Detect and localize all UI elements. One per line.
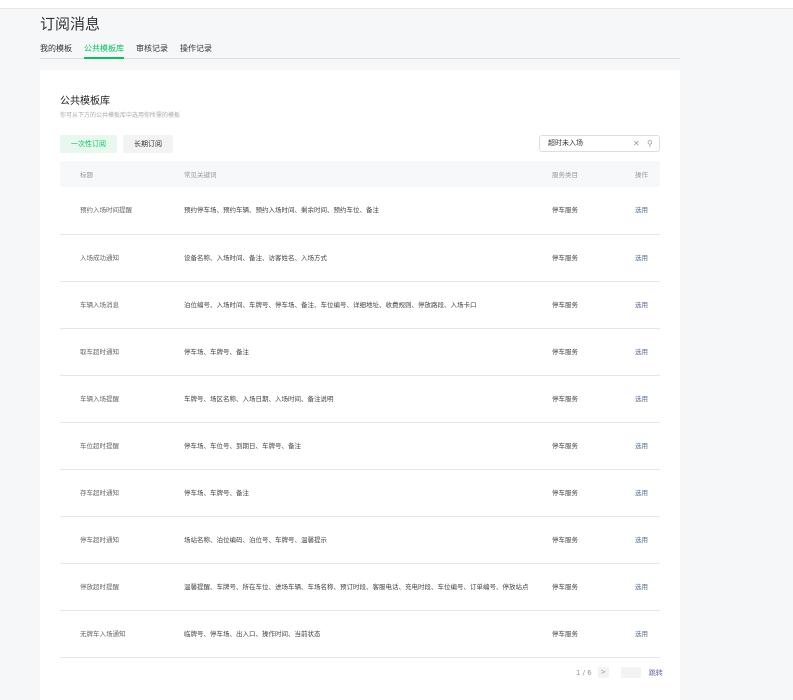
row-category: 停车服务 bbox=[552, 234, 635, 282]
row-keywords: 温馨提醒、车牌号、所在车位、进场车辆、车场名称、预订时段、客服电话、充电时段、车… bbox=[184, 563, 552, 611]
template-table: 标题 常见关键词 服务类目 操作 预约入场时间提醒 预约停车场、预约车辆、预约入场… bbox=[60, 161, 660, 658]
row-title: 停放超时提醒 bbox=[60, 563, 184, 611]
row-category: 停车服务 bbox=[552, 563, 635, 611]
page-jump-input[interactable] bbox=[620, 667, 641, 678]
one-time-subscription-button[interactable]: 一次性订阅 bbox=[60, 135, 117, 153]
header-action: 操作 bbox=[635, 161, 660, 187]
card-description: 你可从下方的公共模板库中选用你所需的模板 bbox=[60, 112, 181, 119]
table-row: 存车超时通知 停车场、车牌号、备注 停车服务 选用 bbox=[60, 469, 660, 517]
row-category: 停车服务 bbox=[552, 328, 635, 376]
row-keywords: 预约停车场、预约车辆、预约入场时间、剩余时间、预约车位、备注 bbox=[184, 187, 552, 235]
row-title: 取车超时通知 bbox=[60, 328, 184, 376]
row-category: 停车服务 bbox=[552, 187, 635, 235]
table-row: 车辆入场消息 泊位编号、入场时间、车牌号、停车场、备注、车位编号、详细地址、收费规… bbox=[60, 281, 660, 329]
table-row: 无牌车入场通知 临牌号、停车场、出入口、操作时间、当前状态 停车服务 选用 bbox=[60, 610, 660, 658]
header-category: 服务类目 bbox=[552, 161, 635, 187]
select-link[interactable]: 选用 bbox=[635, 281, 660, 329]
select-link[interactable]: 选用 bbox=[635, 328, 660, 376]
tab-review-records[interactable]: 审核记录 bbox=[136, 43, 168, 59]
row-keywords: 设备名称、入场时间、备注、访客姓名、入场方式 bbox=[184, 234, 552, 282]
tab-bar: 我的模板 公共模板库 审核记录 操作记录 bbox=[40, 43, 680, 59]
select-link[interactable]: 选用 bbox=[635, 422, 660, 470]
next-page-button[interactable]: > bbox=[597, 667, 609, 678]
select-link[interactable]: 选用 bbox=[635, 563, 660, 611]
row-keywords: 车牌号、场区名称、入场日期、入场时间、备注说明 bbox=[184, 375, 552, 423]
row-title: 车辆入场消息 bbox=[60, 281, 184, 329]
row-keywords: 临牌号、停车场、出入口、操作时间、当前状态 bbox=[184, 610, 552, 658]
library-card: 公共模板库 你可从下方的公共模板库中选用你所需的模板 一次性订阅 长期订阅 超时… bbox=[40, 70, 680, 700]
table-row: 预约入场时间提醒 预约停车场、预约车辆、预约入场时间、剩余时间、预约车位、备注 停车… bbox=[60, 187, 660, 235]
row-category: 停车服务 bbox=[552, 610, 635, 658]
tab-public-library[interactable]: 公共模板库 bbox=[84, 43, 124, 59]
row-keywords: 泊位编号、入场时间、车牌号、停车场、备注、车位编号、详细地址、收费规则、停放路段… bbox=[184, 281, 552, 329]
table-row: 车位超时提醒 停车场、车位号、到期日、车牌号、备注 停车服务 选用 bbox=[60, 422, 660, 470]
page-title: 订阅消息 bbox=[40, 15, 101, 33]
select-link[interactable]: 选用 bbox=[635, 469, 660, 517]
row-keywords: 停车场、车牌号、备注 bbox=[184, 328, 552, 376]
row-title: 停车超时通知 bbox=[60, 516, 184, 564]
select-link[interactable]: 选用 bbox=[635, 375, 660, 423]
header-title: 标题 bbox=[60, 161, 184, 187]
tab-my-templates[interactable]: 我的模板 bbox=[40, 43, 72, 59]
row-category: 停车服务 bbox=[552, 281, 635, 329]
top-bar bbox=[0, 0, 793, 9]
select-link[interactable]: 选用 bbox=[635, 234, 660, 282]
row-category: 停车服务 bbox=[552, 516, 635, 564]
select-link[interactable]: 选用 bbox=[635, 187, 660, 235]
tab-operation-records[interactable]: 操作记录 bbox=[180, 43, 212, 59]
row-keywords: 停车场、车位号、到期日、车牌号、备注 bbox=[184, 422, 552, 470]
row-keywords: 场站名称、泊位编码、泊位号、车牌号、温馨提示 bbox=[184, 516, 552, 564]
row-title: 车辆入场提醒 bbox=[60, 375, 184, 423]
search-input[interactable]: 超时未入场 ✕ ⚲ bbox=[539, 135, 660, 152]
row-category: 停车服务 bbox=[552, 375, 635, 423]
row-category: 停车服务 bbox=[552, 469, 635, 517]
page-indicator: 1 / 6 bbox=[576, 668, 592, 677]
search-icon[interactable]: ⚲ bbox=[647, 136, 653, 151]
row-title: 车位超时提醒 bbox=[60, 422, 184, 470]
card-title: 公共模板库 bbox=[60, 96, 110, 107]
table-row: 车辆入场提醒 车牌号、场区名称、入场日期、入场时间、备注说明 停车服务 选用 bbox=[60, 375, 660, 423]
pagination: 1 / 6 > 跳转 bbox=[576, 667, 663, 678]
row-keywords: 停车场、车牌号、备注 bbox=[184, 469, 552, 517]
header-keywords: 常见关键词 bbox=[184, 161, 552, 187]
row-title: 预约入场时间提醒 bbox=[60, 187, 184, 235]
jump-button[interactable]: 跳转 bbox=[649, 668, 663, 678]
long-term-subscription-button[interactable]: 长期订阅 bbox=[123, 135, 173, 153]
select-link[interactable]: 选用 bbox=[635, 516, 660, 564]
search-value: 超时未入场 bbox=[548, 139, 583, 147]
select-link[interactable]: 选用 bbox=[635, 610, 660, 658]
row-category: 停车服务 bbox=[552, 422, 635, 470]
table-row: 取车超时通知 停车场、车牌号、备注 停车服务 选用 bbox=[60, 328, 660, 376]
row-title: 无牌车入场通知 bbox=[60, 610, 184, 658]
table-row: 入场成功通知 设备名称、入场时间、备注、访客姓名、入场方式 停车服务 选用 bbox=[60, 234, 660, 282]
row-title: 入场成功通知 bbox=[60, 234, 184, 282]
clear-icon[interactable]: ✕ bbox=[633, 136, 640, 151]
table-row: 停放超时提醒 温馨提醒、车牌号、所在车位、进场车辆、车场名称、预订时段、客服电话、… bbox=[60, 563, 660, 611]
table-row: 停车超时通知 场站名称、泊位编码、泊位号、车牌号、温馨提示 停车服务 选用 bbox=[60, 516, 660, 564]
row-title: 存车超时通知 bbox=[60, 469, 184, 517]
